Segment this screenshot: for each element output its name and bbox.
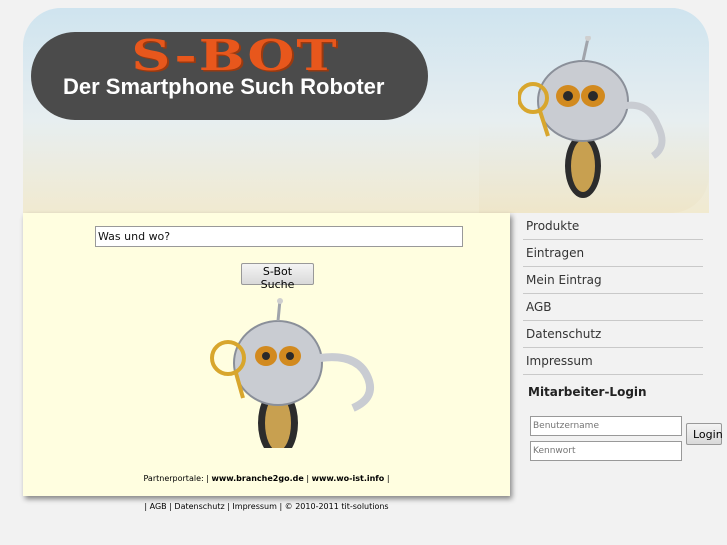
nav-item-produkte[interactable]: Produkte [523, 213, 703, 240]
login-title: Mitarbeiter-Login [528, 385, 647, 399]
partner-link-wo-ist[interactable]: www.wo-ist.info [312, 474, 385, 483]
robot-mascot-icon [518, 36, 666, 198]
main-content: S-Bot Suche Partnerportale: | www.branch… [23, 213, 510, 496]
partner-suffix: | [386, 474, 390, 483]
partner-link-branche2go[interactable]: www.branche2go.de [211, 474, 303, 483]
partner-prefix: Partnerportale: | [143, 474, 209, 483]
nav-item-agb[interactable]: AGB [523, 294, 703, 321]
search-input[interactable] [95, 226, 463, 247]
password-field[interactable] [530, 441, 682, 461]
partner-links: Partnerportale: | www.branche2go.de | ww… [23, 474, 510, 483]
sidebar-nav: Produkte Eintragen Mein Eintrag AGB Date… [523, 213, 723, 461]
nav-item-datenschutz[interactable]: Datenschutz [523, 321, 703, 348]
logo-subtitle: Der Smartphone Such Roboter [63, 74, 385, 99]
nav-item-eintragen[interactable]: Eintragen [523, 240, 703, 267]
robot-mascot-center-icon [210, 298, 375, 448]
logo-title: S-BOT [131, 30, 339, 80]
partner-separator: | [306, 474, 310, 483]
nav-item-impressum[interactable]: Impressum [523, 348, 703, 375]
username-field[interactable] [530, 416, 682, 436]
nav-item-mein-eintrag[interactable]: Mein Eintrag [523, 267, 703, 294]
search-button[interactable]: S-Bot Suche [241, 263, 314, 291]
footer-links[interactable]: | AGB | Datenschutz | Impressum | © 2010… [23, 502, 510, 511]
page-frame: S-BOT Der Smartphone Such Roboter S-Bot … [23, 8, 723, 496]
login-button[interactable]: Login [686, 423, 723, 445]
